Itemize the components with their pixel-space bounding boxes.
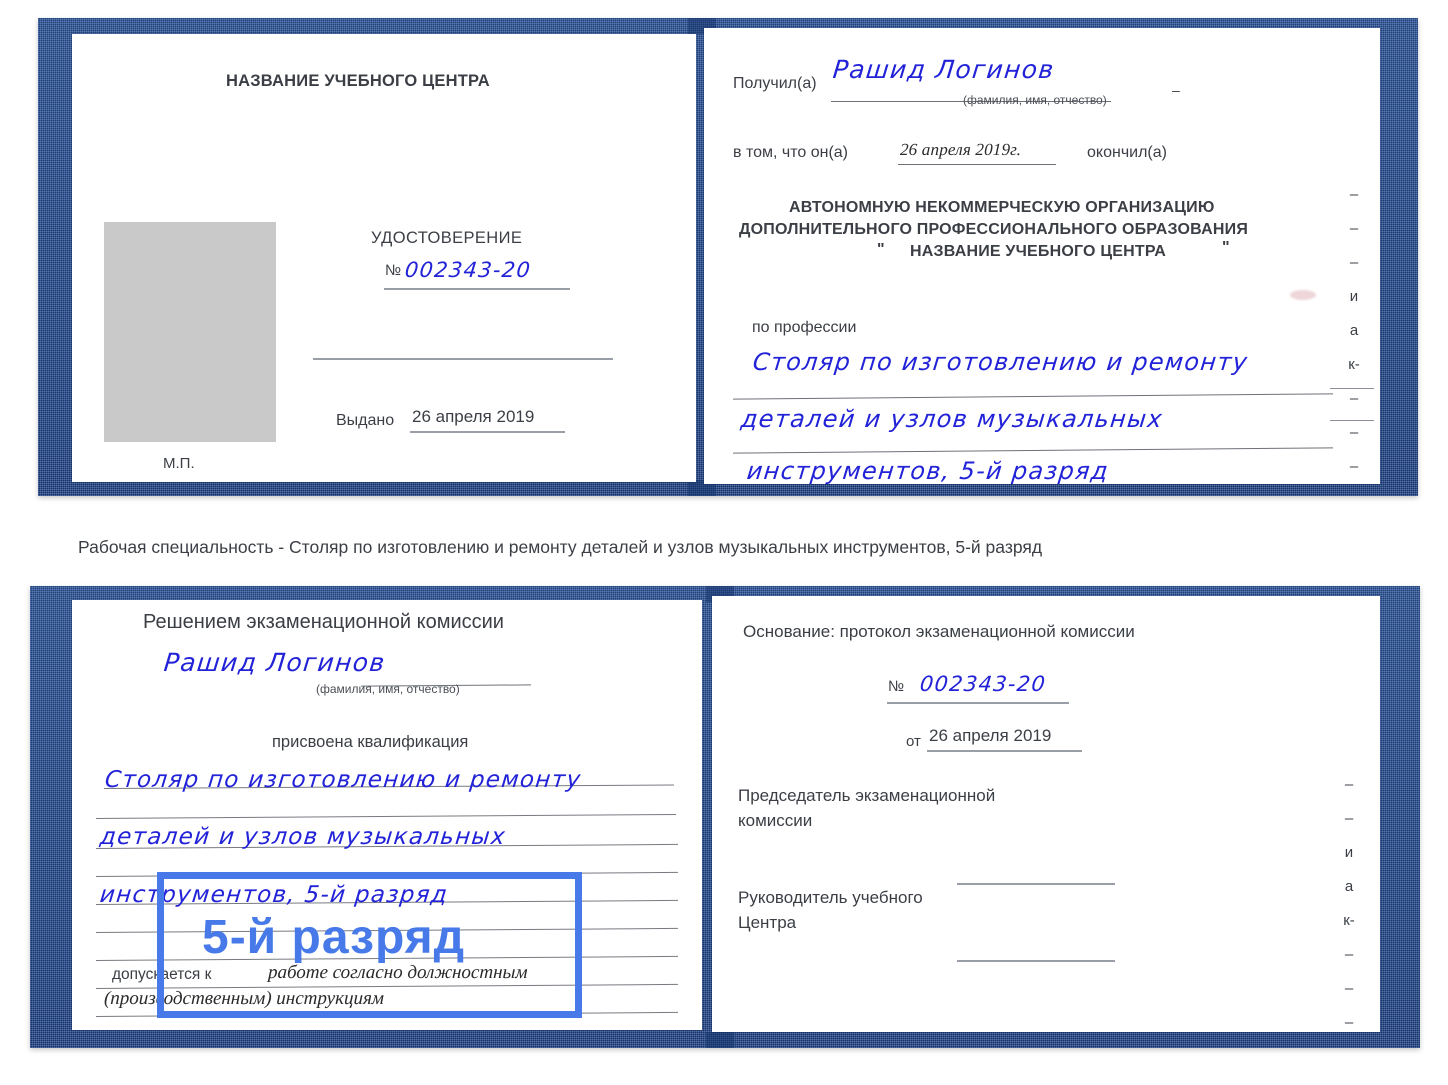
edge-glyph: к- — [1348, 356, 1360, 373]
edge-glyph: – — [1349, 220, 1359, 237]
edge-glyph: – — [1344, 1014, 1354, 1031]
organization-name: НАЗВАНИЕ УЧЕБНОГО ЦЕНТРА — [910, 243, 1167, 260]
issued-label: Выдано — [336, 412, 395, 429]
edge-rule-b — [1330, 420, 1374, 421]
edge-glyph: – — [1349, 424, 1359, 441]
top-right-edge-glyph-column: – – – и а к- – – – — [1342, 178, 1366, 484]
spine-notch-bottom-2 — [706, 1032, 734, 1048]
chairman-signature-rule — [957, 883, 1115, 885]
received-name-hint: (фамилия, имя, отчество) — [963, 93, 1107, 107]
edge-glyph: и — [1344, 844, 1354, 861]
number-symbol-top: № — [385, 262, 402, 279]
in-that-label: в том, что он(а) — [733, 144, 848, 161]
caption-text: Рабочая специальность - Столяр по изгото… — [78, 537, 1043, 557]
photo-placeholder — [104, 222, 276, 442]
protocol-date-label: от — [906, 733, 921, 750]
chairman-label-line-2: комиссии — [738, 811, 813, 830]
edge-glyph: – — [1344, 776, 1354, 793]
stamp-label: М.П. — [163, 455, 195, 472]
qualification-label: присвоена квалификация — [272, 733, 469, 751]
chairman-label-line-1: Председатель экзаменационной — [738, 786, 996, 805]
edge-rule-a — [1330, 388, 1374, 389]
training-center-title: НАЗВАНИЕ УЧЕБНОГО ЦЕНТРА — [226, 72, 490, 90]
edge-glyph: – — [1344, 946, 1354, 963]
graduate-name-hint: (фамилия, имя, отчество) — [316, 682, 460, 696]
completion-date-value: 26 апреля 2019г. — [899, 140, 1022, 159]
edge-glyph: – — [1344, 980, 1354, 997]
organization-line-2: ДОПОЛНИТЕЛЬНОГО ПРОФЕССИОНАЛЬНОГО ОБРАЗО… — [739, 221, 1249, 238]
protocol-date-rule — [927, 750, 1082, 752]
edge-glyph: к- — [1343, 912, 1355, 929]
edge-glyph: – — [1344, 810, 1354, 827]
basis-label: Основание: протокол экзаменационной коми… — [743, 622, 1135, 641]
profession-handwritten-line-1: Столяр по изготовлению и ремонту — [751, 348, 1250, 376]
commission-decision-heading: Решением экзаменационной комиссии — [143, 611, 504, 633]
certificate-number-value: 002343-20 — [403, 258, 533, 282]
edge-glyph: – — [1349, 186, 1359, 203]
paper-smudge — [1290, 290, 1316, 300]
profession-handwritten-line-3: инструментов, 5-й разряд — [745, 457, 1111, 485]
edge-glyph: – — [1349, 254, 1359, 271]
profession-label: по профессии — [752, 319, 857, 336]
qualification-handwritten-line-1: Столяр по изготовлению и ремонту — [103, 767, 583, 793]
received-label: Получил(а) — [733, 75, 817, 92]
number-rule-top — [384, 288, 570, 290]
finished-label: окончил(а) — [1087, 144, 1167, 161]
received-dash: – — [1172, 82, 1180, 98]
document-type-label: УДОСТОВЕРЕНИЕ — [371, 229, 523, 247]
protocol-number-value: 002343-20 — [918, 672, 1048, 696]
edge-glyph: а — [1344, 878, 1354, 895]
qualification-handwritten-line-2: деталей и узлов музыкальных — [98, 824, 508, 850]
head-signature-rule — [957, 960, 1115, 962]
blank-rule-top — [313, 358, 613, 360]
head-label-line-2: Центра — [738, 913, 797, 932]
issued-date-value: 26 апреля 2019 — [412, 407, 535, 426]
head-label-line-1: Руководитель учебного — [738, 888, 923, 907]
highlight-label: 5-й разряд — [202, 911, 466, 964]
issued-rule — [410, 431, 565, 433]
edge-glyph: – — [1349, 458, 1359, 475]
bottom-right-edge-glyph-column: – – и а к- – – – — [1337, 768, 1361, 1040]
received-name-value: Рашид Логинов — [831, 55, 1057, 84]
graduate-name-value: Рашид Логинов — [162, 648, 388, 677]
edge-glyph: и — [1349, 288, 1359, 305]
protocol-number-rule — [887, 702, 1069, 704]
organization-quote-close: " — [1222, 239, 1230, 256]
completion-date-rule — [898, 164, 1056, 165]
protocol-date-value: 26 апреля 2019 — [929, 726, 1052, 745]
profession-handwritten-line-2: деталей и узлов музыкальных — [739, 405, 1165, 433]
organization-line-1: АВТОНОМНУЮ НЕКОММЕРЧЕСКУЮ ОРГАНИЗАЦИЮ — [789, 199, 1215, 216]
edge-glyph: а — [1349, 322, 1359, 339]
organization-quote-open: " — [877, 241, 885, 258]
protocol-number-symbol: № — [888, 678, 905, 695]
